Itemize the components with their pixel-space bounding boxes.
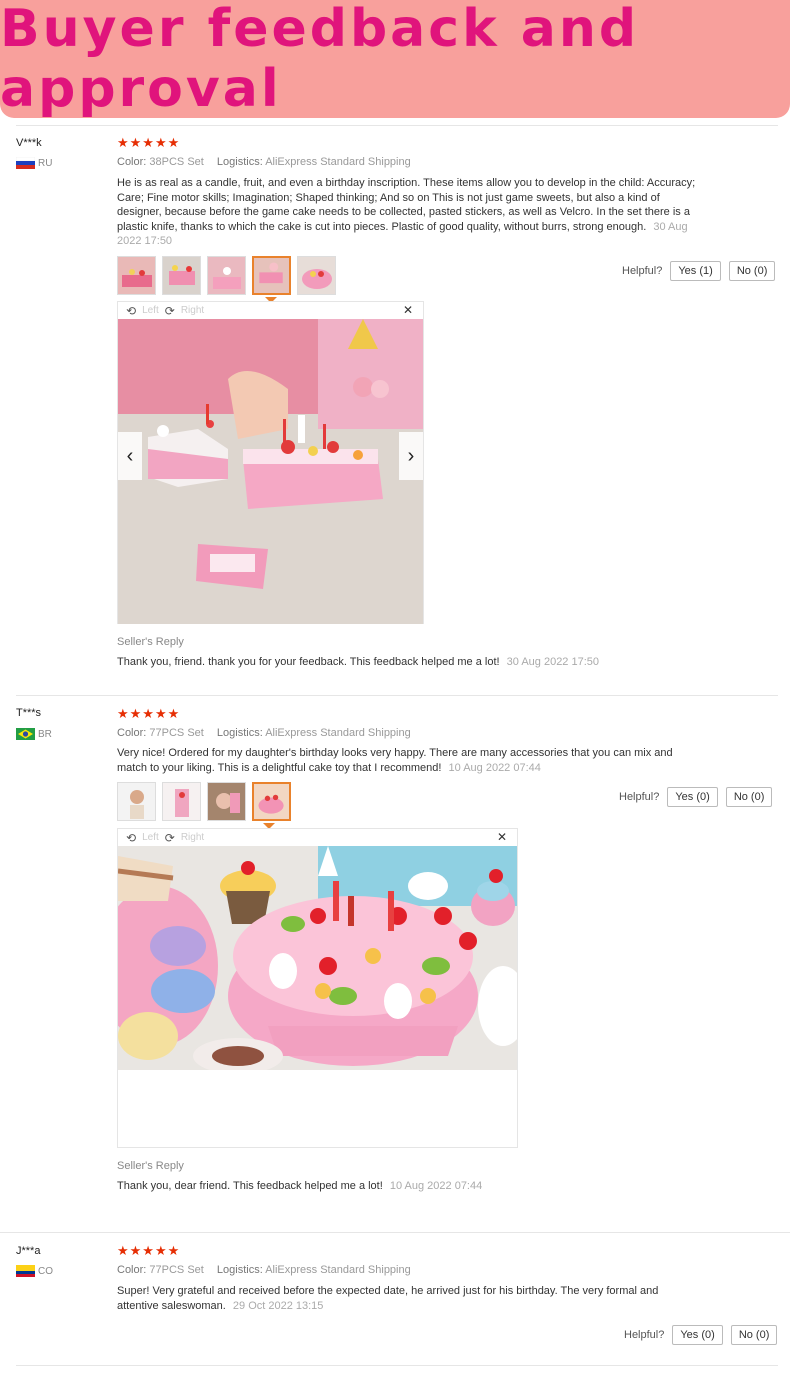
vote-no-button[interactable]: No (0) — [730, 1325, 778, 1345]
review-body: He is as real as a candle, fruit, and ev… — [117, 177, 696, 233]
country-code: RU — [38, 157, 53, 169]
vote-yes-button[interactable]: Yes (1) — [670, 261, 721, 281]
divider — [0, 1232, 790, 1233]
vote-no-button[interactable]: No (0) — [728, 261, 776, 281]
photo-thumbnails — [117, 782, 291, 821]
order-meta: Color: 38PCS Set Logistics: AliExpress S… — [117, 156, 411, 168]
photo-thumbnail[interactable] — [162, 782, 201, 821]
seller-reply-label: Seller's Reply — [117, 1160, 184, 1172]
country-code: CO — [38, 1265, 53, 1277]
order-meta: Color: 77PCS Set Logistics: AliExpress S… — [117, 727, 411, 739]
color-value: 77PCS Set — [149, 727, 204, 739]
reviewer-country: BR — [16, 728, 52, 740]
rotate-left-label[interactable]: Left — [142, 305, 159, 316]
seller-reply-label: Seller's Reply — [117, 636, 184, 648]
color-label: Color: — [117, 1264, 147, 1276]
logistics-label: Logistics: — [216, 1264, 263, 1276]
rating-stars: ★★★★★ — [117, 706, 181, 721]
review-text: Very nice! Ordered for my daughter's bir… — [117, 746, 677, 775]
logistics-value: AliExpress Standard Shipping — [265, 1264, 411, 1276]
rotate-right-icon[interactable]: ⟳ — [165, 304, 175, 318]
photo-viewer: ⟲ Left ⟳ Right ✕ — [117, 828, 518, 1148]
seller-reply: Thank you, dear friend. This feedback he… — [117, 1180, 482, 1192]
divider — [16, 125, 778, 126]
review-text: Super! Very grateful and received before… — [117, 1284, 677, 1313]
seller-reply: Thank you, friend. thank you for your fe… — [117, 656, 599, 668]
photo-thumbnail-active[interactable] — [252, 782, 291, 821]
rotate-right-icon[interactable]: ⟳ — [165, 831, 175, 845]
flag-br-icon — [16, 728, 35, 740]
close-icon[interactable]: ✕ — [403, 303, 413, 317]
color-value: 38PCS Set — [149, 156, 204, 168]
photo-thumbnail[interactable] — [162, 256, 201, 295]
review-photo — [118, 319, 423, 624]
helpful-block: Helpful? Yes (0) No (0) — [619, 787, 773, 807]
reviewer-name: T***s — [16, 707, 42, 719]
seller-reply-text: Thank you, dear friend. This feedback he… — [117, 1180, 383, 1192]
helpful-block: Helpful? Yes (0) No (0) — [624, 1325, 778, 1345]
helpful-label: Helpful? — [622, 265, 663, 277]
review-body: Super! Very grateful and received before… — [117, 1285, 659, 1312]
photo-thumbnail[interactable] — [207, 256, 246, 295]
next-photo-arrow[interactable]: › — [399, 432, 423, 480]
prev-photo-arrow[interactable]: ‹ — [118, 432, 142, 480]
flag-ru-icon — [16, 157, 35, 169]
vote-yes-button[interactable]: Yes (0) — [667, 787, 718, 807]
rotate-left-label[interactable]: Left — [142, 832, 159, 843]
banner: Buyer feedback and approval — [0, 0, 790, 119]
reviewer-name: J***a — [16, 1245, 41, 1257]
photo-thumbnails — [117, 256, 336, 295]
rotate-right-label[interactable]: Right — [181, 832, 204, 843]
review-date: 29 Oct 2022 13:15 — [232, 1299, 324, 1312]
logistics-label: Logistics: — [216, 156, 263, 168]
close-icon[interactable]: ✕ — [497, 830, 507, 844]
seller-reply-text: Thank you, friend. thank you for your fe… — [117, 656, 500, 668]
seller-reply-date: 30 Aug 2022 17:50 — [506, 656, 600, 668]
review-photo — [118, 846, 517, 1070]
helpful-label: Helpful? — [619, 791, 660, 803]
rotate-right-label[interactable]: Right — [181, 305, 204, 316]
photo-thumbnail[interactable] — [117, 782, 156, 821]
helpful-block: Helpful? Yes (1) No (0) — [622, 261, 776, 281]
review-date: 10 Aug 2022 07:44 — [448, 761, 541, 774]
color-label: Color: — [117, 156, 147, 168]
viewer-toolbar: ⟲ Left ⟳ Right ✕ — [118, 302, 423, 319]
divider — [16, 695, 778, 696]
rotate-left-icon[interactable]: ⟲ — [126, 831, 136, 845]
photo-thumbnail[interactable] — [117, 256, 156, 295]
country-code: BR — [38, 728, 52, 740]
vote-yes-button[interactable]: Yes (0) — [672, 1325, 723, 1345]
banner-title: Buyer feedback and approval — [0, 0, 640, 119]
flag-co-icon — [16, 1265, 35, 1277]
helpful-label: Helpful? — [624, 1329, 665, 1341]
logistics-value: AliExpress Standard Shipping — [265, 727, 411, 739]
viewer-toolbar: ⟲ Left ⟳ Right ✕ — [118, 829, 517, 846]
photo-viewer: ⟲ Left ⟳ Right ✕ ‹ › — [117, 301, 424, 624]
photo-thumbnail[interactable] — [297, 256, 336, 295]
rating-stars: ★★★★★ — [117, 1243, 181, 1258]
reviewer-country: RU — [16, 157, 52, 169]
divider — [16, 1365, 778, 1366]
vote-no-button[interactable]: No (0) — [725, 787, 773, 807]
order-meta: Color: 77PCS Set Logistics: AliExpress S… — [117, 1264, 411, 1276]
color-label: Color: — [117, 727, 147, 739]
reviewer-country: CO — [16, 1265, 53, 1277]
logistics-value: AliExpress Standard Shipping — [265, 156, 411, 168]
photo-thumbnail-active[interactable] — [252, 256, 291, 295]
photo-thumbnail[interactable] — [207, 782, 246, 821]
rotate-left-icon[interactable]: ⟲ — [126, 304, 136, 318]
review-text: He is as real as a candle, fruit, and ev… — [117, 176, 697, 249]
reviewer-name: V***k — [16, 137, 42, 149]
review-body: Very nice! Ordered for my daughter's bir… — [117, 747, 673, 774]
color-value: 77PCS Set — [149, 1264, 204, 1276]
seller-reply-date: 10 Aug 2022 07:44 — [389, 1180, 483, 1192]
rating-stars: ★★★★★ — [117, 135, 181, 150]
logistics-label: Logistics: — [216, 727, 263, 739]
